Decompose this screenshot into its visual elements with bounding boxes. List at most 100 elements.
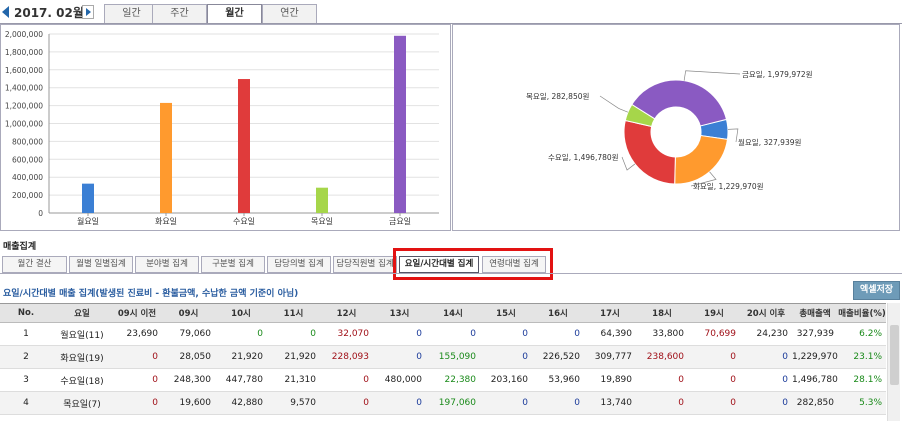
value-cell: 226,520 [532, 345, 584, 369]
tab-by-weekday-hour[interactable]: 요일/시간대별 집계 [399, 256, 479, 273]
tab-by-field[interactable]: 분야별 집계 [135, 256, 199, 273]
value-cell: 248,300 [162, 368, 215, 392]
weekday-cell: 화요일(19) [52, 345, 112, 369]
row-number: 1 [0, 322, 52, 346]
y-tick-label: 1,600,000 [5, 66, 43, 75]
x-tick-label: 금요일 [389, 217, 411, 226]
value-cell: 33,800 [636, 322, 688, 346]
value-cell: 22,380 [426, 368, 480, 392]
tab-weekly[interactable]: 주간 [152, 4, 207, 24]
value-cell: 0 [373, 322, 426, 346]
bar-3 [316, 187, 328, 213]
table-row[interactable]: 1 월요일(11) 23,690 79,060 0 0 32,070 0 0 0 0 64,390 33… [0, 322, 886, 346]
value-cell: 0 [740, 368, 792, 392]
table-row[interactable]: 2 화요일(19) 0 28,050 21,920 21,920 228,093 0 155,0… [0, 345, 886, 369]
value-cell: 197,060 [426, 391, 480, 415]
y-tick-label: 1,400,000 [5, 84, 43, 93]
weekday-cell: 수요일(18) [52, 368, 112, 392]
column-header: 12시 [320, 303, 373, 323]
value-cell: 0 [532, 391, 584, 415]
value-cell: 238,600 [636, 345, 688, 369]
tab-by-doctor[interactable]: 담당의별 집계 [267, 256, 331, 273]
tab-daily[interactable]: 일간 [104, 4, 159, 24]
value-cell: 0 [112, 391, 162, 415]
tab-yearly[interactable]: 연간 [262, 4, 317, 24]
table-row[interactable]: 4 목요일(7) 0 19,600 42,880 9,570 0 0 197,060 0 0 13,7… [0, 391, 886, 415]
column-header: 요일 [52, 303, 112, 323]
weekday-cell: 월요일(11) [52, 322, 112, 346]
column-header: No. [0, 303, 52, 323]
column-header: 20시 이후 [740, 303, 792, 323]
bar-4 [394, 35, 406, 213]
tab-by-age[interactable]: 연령대별 집계 [482, 256, 546, 273]
tab-monthly-daily[interactable]: 월별 일별집계 [69, 256, 133, 273]
tab-by-staff[interactable]: 담당직원별 집계 [333, 256, 397, 273]
value-cell: 28,050 [162, 345, 215, 369]
column-header: 11시 [267, 303, 320, 323]
data-label: 목요일, 282,850원 [526, 92, 589, 101]
column-header: 09시 이전 [112, 303, 162, 323]
bar-1 [160, 102, 172, 213]
value-cell: 0 [373, 345, 426, 369]
x-tick-label: 목요일 [311, 217, 333, 226]
label-leader [599, 95, 629, 113]
data-label: 수요일, 1,496,780원 [548, 153, 619, 162]
value-cell: 0 [688, 368, 740, 392]
value-cell: 0 [636, 391, 688, 415]
value-cell: 32,070 [320, 322, 373, 346]
y-tick-label: 1,800,000 [5, 48, 43, 57]
y-tick-label: 600,000 [12, 155, 43, 164]
value-cell: 64,390 [584, 322, 636, 346]
donut-chart-panel: 월요일, 327,939원 화요일, 1,229,970원 수요일, 1,496,7… [452, 24, 900, 231]
value-cell: 0 [480, 391, 532, 415]
value-cell: 0 [426, 322, 480, 346]
value-cell: 447,780 [215, 368, 267, 392]
bar-chart: 0 200,000 400,000 600,000 800,000 1,000,000 1,… [5, 30, 439, 226]
x-tick-label: 수요일 [233, 217, 255, 226]
subtab-divider [0, 273, 902, 274]
column-header: 17시 [584, 303, 636, 323]
value-cell: 0 [480, 322, 532, 346]
value-cell: 28.1% [838, 368, 886, 392]
tab-monthly-settlement[interactable]: 월간 결산 [2, 256, 67, 273]
value-cell: 0 [112, 345, 162, 369]
section-title: 매출집계 [3, 242, 37, 252]
table-scrollbar[interactable] [887, 303, 900, 421]
prev-period-icon[interactable] [2, 6, 9, 18]
value-cell: 19,600 [162, 391, 215, 415]
column-header: 16시 [532, 303, 584, 323]
scroll-thumb[interactable] [890, 325, 899, 385]
tab-by-category[interactable]: 구분별 집계 [201, 256, 265, 273]
value-cell: 1,229,970 [792, 345, 838, 369]
value-cell: 13,740 [584, 391, 636, 415]
table-header-row: No. 요일 09시 이전 09시 10시 11시 12시 13시 14시 15시 16시 17시 18… [0, 303, 886, 323]
value-cell: 0 [320, 391, 373, 415]
value-cell: 42,880 [215, 391, 267, 415]
next-period-button[interactable] [82, 5, 94, 19]
value-cell: 0 [215, 322, 267, 346]
y-tick-label: 2,000,000 [5, 30, 43, 39]
value-cell: 155,090 [426, 345, 480, 369]
value-cell: 228,093 [320, 345, 373, 369]
value-cell: 0 [688, 345, 740, 369]
value-cell: 480,000 [373, 368, 426, 392]
y-tick-label: 200,000 [12, 191, 43, 200]
x-tick-label: 화요일 [155, 217, 177, 226]
value-cell: 0 [688, 391, 740, 415]
value-cell: 70,699 [688, 322, 740, 346]
donut-chart: 월요일, 327,939원화요일, 1,229,970원 수요일, 1,496,7… [526, 70, 813, 191]
report-title: 요일/시간대별 매출 집계(발생된 진료비 - 환불금액, 수납한 금액 기준이… [3, 289, 299, 299]
value-cell: 9,570 [267, 391, 320, 415]
column-header: 총매출액 [792, 303, 838, 323]
excel-export-button[interactable]: 엑셀저장 [853, 281, 900, 300]
table-row[interactable]: 3 수요일(18) 0 248,300 447,780 21,310 0 480,000 22,… [0, 368, 886, 392]
sales-table: No. 요일 09시 이전 09시 10시 11시 12시 13시 14시 15시 16시 17시 18… [0, 303, 886, 415]
column-header: 15시 [480, 303, 532, 323]
value-cell: 0 [740, 391, 792, 415]
value-cell: 79,060 [162, 322, 215, 346]
value-cell: 21,920 [215, 345, 267, 369]
value-cell: 203,160 [480, 368, 532, 392]
column-header: 09시 [162, 303, 215, 323]
y-tick-label: 0 [38, 209, 43, 218]
tab-monthly[interactable]: 월간 [207, 4, 262, 25]
